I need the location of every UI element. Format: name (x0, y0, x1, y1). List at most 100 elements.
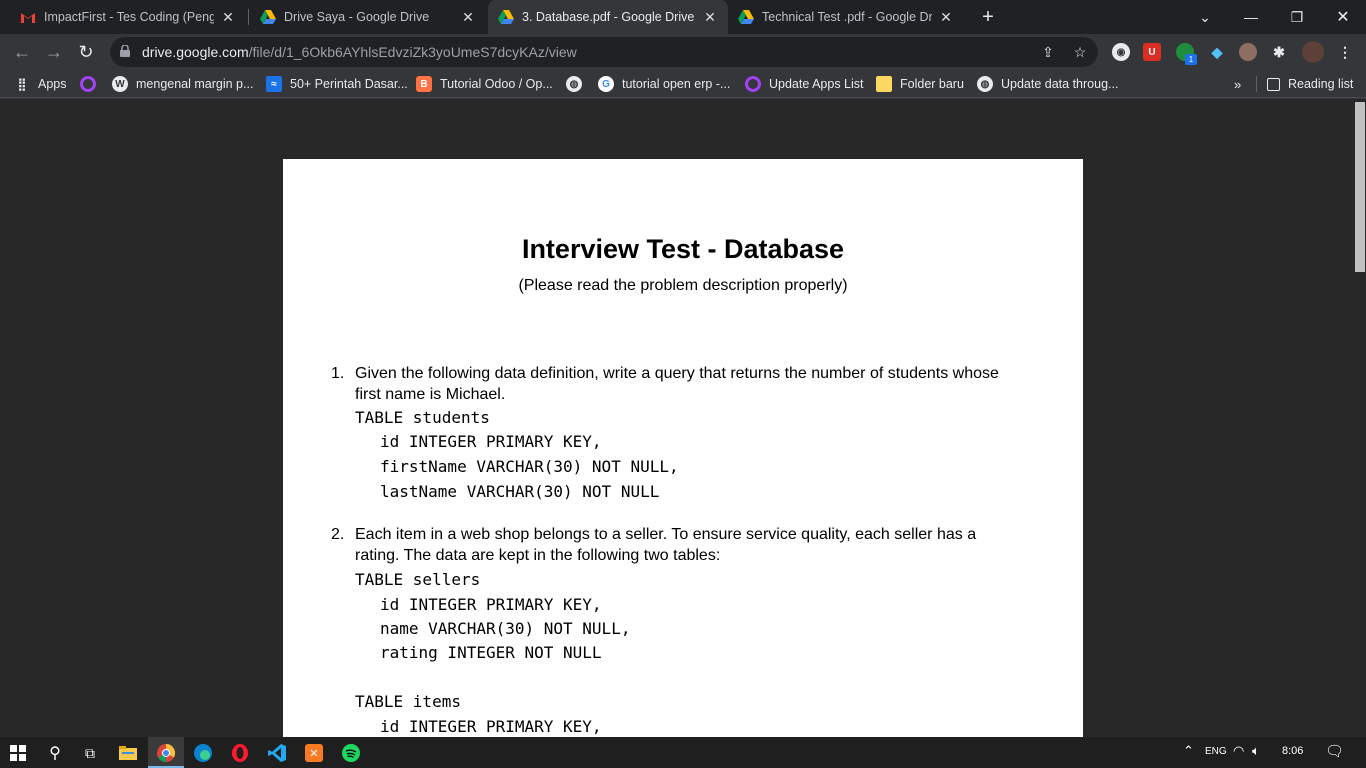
reload-button[interactable]: ↻ (72, 38, 100, 66)
file-explorer-icon[interactable] (116, 741, 140, 765)
bookmark-openerp[interactable]: G tutorial open erp -... (598, 75, 730, 93)
question-2: 2. Each item in a web shop belongs to a … (331, 524, 1031, 737)
reading-list-button[interactable]: Reading list (1267, 75, 1353, 93)
xampp-icon[interactable]: ✕ (302, 741, 326, 765)
restore-button[interactable]: ❐ (1274, 0, 1320, 34)
google-icon: G (598, 76, 614, 92)
spotify-icon[interactable] (339, 741, 363, 765)
bookmark-label: Apps (38, 77, 67, 91)
wifi-icon[interactable]: ◠ (1233, 743, 1244, 759)
bookmark-circle[interactable] (80, 75, 104, 93)
code-line: lastName VARCHAR(30) NOT NULL (380, 482, 660, 501)
bookmark-update-apps[interactable]: Update Apps List (745, 75, 864, 93)
minimize-button[interactable]: — (1228, 0, 1274, 34)
close-icon[interactable]: ✕ (938, 9, 954, 26)
circle-icon (745, 76, 761, 92)
close-icon[interactable]: ✕ (702, 9, 718, 26)
tab-impactfirst[interactable]: ImpactFirst - Tes Coding (Pengem ✕ (10, 0, 246, 34)
google-drive-icon (498, 9, 514, 25)
globe-icon: ◍ (566, 76, 582, 92)
code-line: name VARCHAR(30) NOT NULL, (380, 619, 631, 638)
bookmark-update-data[interactable]: ◍ Update data throug... (977, 75, 1118, 93)
code-line: TABLE students (355, 408, 490, 427)
google-drive-icon (738, 9, 754, 25)
tab-title: Technical Test .pdf - Google Drive (762, 10, 932, 24)
url-text: drive.google.com/file/d/1_6Okb6AYhlsEdvz… (142, 44, 577, 60)
code-line: TABLE sellers (355, 570, 481, 589)
tab-database-pdf[interactable]: 3. Database.pdf - Google Drive ✕ (488, 0, 728, 34)
pdf-viewer: Interview Test - Database (Please read t… (0, 99, 1366, 737)
notifications-icon[interactable]: 🗨︎ (1325, 742, 1344, 760)
bookmark-apps[interactable]: ⣿ Apps (14, 75, 67, 93)
lock-icon (120, 45, 130, 57)
code-line: TABLE items (355, 692, 461, 711)
tray-overflow-icon[interactable]: ⌃ (1183, 743, 1194, 759)
scrollbar[interactable] (1354, 99, 1366, 737)
tab-technical-test[interactable]: Technical Test .pdf - Google Drive ✕ (728, 0, 964, 34)
windows-start-icon[interactable] (6, 741, 30, 765)
tab-drive-saya[interactable]: Drive Saya - Google Drive ✕ (250, 0, 486, 34)
language-indicator[interactable]: ENG (1205, 746, 1227, 757)
back-button[interactable]: ← (8, 38, 36, 66)
menu-kebab-icon[interactable]: ⋮ (1336, 43, 1354, 61)
tab-search-icon[interactable]: ⌄ (1182, 0, 1228, 34)
close-icon[interactable]: ✕ (460, 9, 476, 26)
apps-grid-icon: ⣿ (17, 77, 27, 91)
extension-icon[interactable]: ◉ (1112, 43, 1130, 61)
chrome-icon[interactable] (154, 741, 178, 765)
tab-title: 3. Database.pdf - Google Drive (522, 10, 695, 24)
opera-icon[interactable] (228, 741, 252, 765)
reading-list-label: Reading list (1288, 77, 1354, 91)
bookmark-label: Folder baru (900, 77, 964, 91)
bookmarks-bar: ⣿ Apps W mengenal margin p... ≈ 50+ Peri… (0, 70, 1366, 98)
question-text: Given the following data definition, wri… (355, 365, 999, 403)
tab-separator (248, 9, 249, 25)
svg-text:✕: ✕ (309, 747, 318, 760)
folder-icon (876, 76, 892, 92)
document-subtitle: (Please read the problem description pro… (518, 277, 848, 294)
bookmark-folder[interactable]: Folder baru (876, 75, 964, 93)
ublock-icon[interactable]: U (1143, 43, 1161, 61)
clock-time[interactable]: 8:06 (1282, 745, 1303, 757)
close-window-button[interactable]: ✕ (1320, 0, 1366, 34)
bookmark-label: Update Apps List (769, 77, 864, 91)
pdf-page: Interview Test - Database (Please read t… (283, 159, 1083, 737)
document-title: Interview Test - Database (521, 234, 845, 264)
diamond-icon[interactable]: ◆ (1208, 43, 1226, 61)
blogger-icon: B (416, 76, 432, 92)
volume-icon[interactable]: 🔈︎ (1252, 743, 1260, 759)
edge-icon[interactable] (191, 741, 215, 765)
address-bar[interactable]: drive.google.com/file/d/1_6Okb6AYhlsEdvz… (110, 37, 1098, 67)
code-line: firstName VARCHAR(30) NOT NULL, (380, 457, 679, 476)
tab-title: ImpactFirst - Tes Coding (Pengem (44, 10, 214, 24)
circle-icon (80, 76, 96, 92)
code-line: id INTEGER PRIMARY KEY, (380, 432, 602, 451)
bookmark-label: Update data throug... (1001, 77, 1119, 91)
bookmark-perintah[interactable]: ≈ 50+ Perintah Dasar... (266, 75, 408, 93)
bookmark-odoo[interactable]: B Tutorial Odoo / Op... (416, 75, 553, 93)
bookmarks-overflow-button[interactable]: » (1234, 75, 1241, 93)
tab-strip: ImpactFirst - Tes Coding (Pengem ✕ Drive… (0, 0, 1366, 34)
share-icon[interactable]: ⇪ (1040, 44, 1056, 60)
bookmark-margin[interactable]: W mengenal margin p... (112, 75, 253, 93)
new-tab-button[interactable]: + (976, 5, 1000, 29)
extension-badge: 1 (1185, 54, 1197, 65)
extensions-puzzle-icon[interactable]: ✱ (1270, 43, 1288, 61)
forward-button[interactable]: → (40, 38, 68, 66)
bookmark-label: 50+ Perintah Dasar... (290, 77, 408, 91)
reading-list-icon (1267, 77, 1280, 91)
task-view-icon[interactable]: ⧉ (78, 741, 102, 765)
google-drive-icon (260, 9, 276, 25)
bookmark-star-icon[interactable]: ☆ (1072, 44, 1088, 60)
close-icon[interactable]: ✕ (220, 9, 236, 26)
search-icon[interactable]: ⚲ (43, 741, 67, 765)
extension-avatar-icon[interactable] (1239, 43, 1257, 61)
globe-icon: ◍ (977, 76, 993, 92)
bookmark-globe[interactable]: ◍ (566, 75, 590, 93)
wave-icon: ≈ (266, 76, 282, 92)
vscode-icon[interactable] (265, 741, 289, 765)
scrollbar-thumb[interactable] (1355, 102, 1365, 272)
profile-avatar[interactable] (1302, 41, 1324, 63)
code-line: id INTEGER PRIMARY KEY, (380, 595, 602, 614)
bookmark-label: Tutorial Odoo / Op... (440, 77, 553, 91)
